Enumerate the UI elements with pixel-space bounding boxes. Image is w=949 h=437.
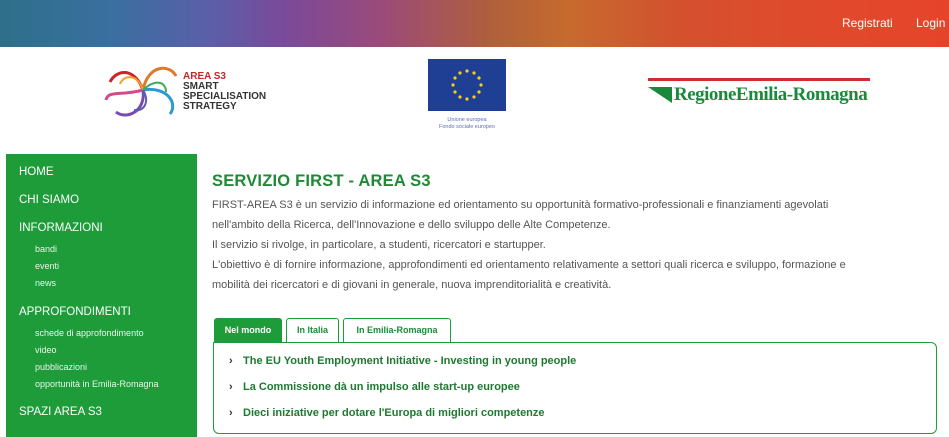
news-item-title: Dieci iniziative per dotare l'Europa di … xyxy=(243,407,545,419)
page-title: SERVIZIO FIRST - AREA S3 xyxy=(212,172,431,190)
intro-paragraph-line: nell'ambito della Ricerca, dell'Innovazi… xyxy=(212,219,611,231)
sidebar-item-bandi[interactable]: bandi xyxy=(35,244,57,254)
chevron-right-icon: › xyxy=(229,355,233,367)
header: AREA S3 SMART SPECIALISATION STRATEGY Un… xyxy=(0,47,949,150)
sidebar-item-informazioni[interactable]: INFORMAZIONI xyxy=(19,222,103,234)
news-item-title: The EU Youth Employment Initiative - Inv… xyxy=(243,355,577,367)
tab-in-emilia-romagna[interactable]: In Emilia-Romagna xyxy=(343,318,451,342)
area-s3-logo[interactable]: AREA S3 SMART SPECIALISATION STRATEGY xyxy=(104,60,304,120)
chevron-right-icon: › xyxy=(229,381,233,393)
tab-in-italia[interactable]: In Italia xyxy=(286,318,339,342)
sidebar-item-approfondimenti[interactable]: APPROFONDIMENTI xyxy=(19,306,131,318)
news-item-title: La Commissione dà un impulso alle start-… xyxy=(243,381,520,393)
sidebar-nav: HOME CHI SIAMO INFORMAZIONI bandi eventi… xyxy=(6,154,197,437)
region-logo-rule xyxy=(648,78,870,81)
sidebar-item-eventi[interactable]: eventi xyxy=(35,261,59,271)
news-item[interactable]: › Dieci iniziative per dotare l'Europa di… xyxy=(229,407,545,419)
sidebar-item-news[interactable]: news xyxy=(35,278,56,288)
sidebar-item-spazi-area-s3[interactable]: SPAZI AREA S3 xyxy=(19,406,102,418)
tab-nel-mondo[interactable]: Nel mondo xyxy=(214,318,282,342)
regione-emilia-romagna-logo[interactable]: RegioneEmilia-Romagna xyxy=(648,78,878,118)
eu-flag-icon xyxy=(428,59,506,111)
eu-logo: Unione europea Fondo sociale europeo xyxy=(425,59,509,137)
sidebar-item-opportunita-emilia-romagna[interactable]: opportunità in Emilia-Romagna xyxy=(35,379,159,389)
chevron-right-icon: › xyxy=(229,407,233,419)
intro-paragraph-line: L'obiettivo è di fornire informazione, a… xyxy=(212,259,846,271)
intro-paragraph-line: mobilità dei ricercatori e di giovani in… xyxy=(212,279,612,291)
area-s3-logo-text: AREA S3 SMART SPECIALISATION STRATEGY xyxy=(183,71,267,112)
register-link[interactable]: Registrati xyxy=(842,16,893,30)
news-panel: › The EU Youth Employment Initiative - In… xyxy=(213,342,937,434)
area-s3-swirl-icon xyxy=(104,66,178,117)
sidebar-item-chi-siamo[interactable]: CHI SIAMO xyxy=(19,194,79,206)
intro-paragraph-line: Il servizio si rivolge, in particolare, … xyxy=(212,239,546,251)
region-logo-text: RegioneEmilia-Romagna xyxy=(674,84,868,105)
login-link[interactable]: Login xyxy=(916,16,945,30)
sidebar-item-pubblicazioni[interactable]: pubblicazioni xyxy=(35,362,87,372)
news-item[interactable]: › La Commissione dà un impulso alle start… xyxy=(229,381,520,393)
sidebar-item-home[interactable]: HOME xyxy=(19,166,54,178)
intro-paragraph-line: FIRST-AREA S3 è un servizio di informazi… xyxy=(212,199,829,211)
region-flag-icon xyxy=(648,87,672,103)
sidebar-item-video[interactable]: video xyxy=(35,345,57,355)
top-bar: Registrati Login xyxy=(0,0,949,47)
news-item[interactable]: › The EU Youth Employment Initiative - In… xyxy=(229,355,576,367)
eu-caption: Unione europea Fondo sociale europeo xyxy=(439,117,495,130)
sidebar-item-schede-di-approfondimento[interactable]: schede di approfondimento xyxy=(35,328,144,338)
